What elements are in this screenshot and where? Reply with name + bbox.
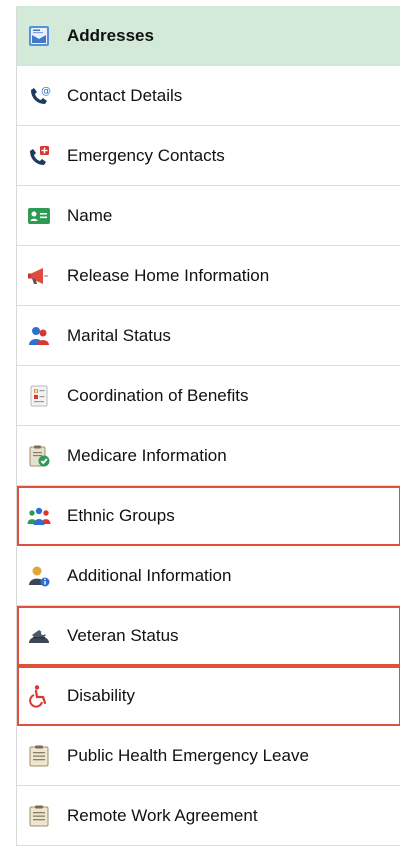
nav-item-label: Additional Information (67, 565, 232, 585)
nav-item-label: Ethnic Groups (67, 505, 175, 525)
wheelchair-icon (27, 684, 51, 708)
nav-item-label: Release Home Information (67, 265, 270, 285)
nav-item-label: Addresses (67, 25, 154, 45)
emergency-phone-icon (27, 144, 51, 168)
nav-item-disability[interactable]: Disability (17, 666, 400, 726)
address-card-icon (27, 24, 51, 48)
phone-at-icon: @ (27, 84, 51, 108)
nav-item-label: Veteran Status (67, 625, 179, 645)
nav-item-label: Name (67, 205, 113, 225)
clipboard-icon (27, 744, 51, 768)
nav-item-marital-status[interactable]: Marital Status (17, 306, 400, 366)
nav-item-additional-information[interactable]: Additional Information (17, 546, 400, 606)
clipboard-icon (27, 804, 51, 828)
nav-item-label: Coordination of Benefits (67, 385, 249, 405)
nav-item-label: Contact Details (67, 85, 183, 105)
id-card-icon (27, 204, 51, 228)
nav-item-name[interactable]: Name (17, 186, 400, 246)
nav-item-public-health-emergency-leave[interactable]: Public Health Emergency Leave (17, 726, 400, 786)
nav-item-label: Remote Work Agreement (67, 805, 258, 825)
clipboard-check-icon (27, 444, 51, 468)
sidebar-nav: Addresses @ Contact Details Emergency Co… (16, 6, 400, 846)
nav-item-medicare-information[interactable]: Medicare Information (17, 426, 400, 486)
nav-item-addresses[interactable]: Addresses (17, 6, 400, 66)
nav-item-contact-details[interactable]: @ Contact Details (17, 66, 400, 126)
benefits-document-icon (27, 384, 51, 408)
nav-item-remote-work-agreement[interactable]: Remote Work Agreement (17, 786, 400, 846)
megaphone-icon (27, 264, 51, 288)
nav-item-label: Marital Status (67, 325, 171, 345)
nav-item-label: Public Health Emergency Leave (67, 745, 309, 765)
veteran-cap-icon (27, 624, 51, 648)
nav-item-ethnic-groups[interactable]: Ethnic Groups (17, 486, 400, 546)
nav-item-label: Disability (67, 685, 136, 705)
people-icon (27, 324, 51, 348)
nav-item-emergency-contacts[interactable]: Emergency Contacts (17, 126, 400, 186)
nav-item-veteran-status[interactable]: Veteran Status (17, 606, 400, 666)
nav-item-coordination-of-benefits[interactable]: Coordination of Benefits (17, 366, 400, 426)
person-info-icon (27, 564, 51, 588)
nav-item-release-home-information[interactable]: Release Home Information (17, 246, 400, 306)
nav-item-label: Emergency Contacts (67, 145, 225, 165)
group-icon (27, 504, 51, 528)
svg-text:@: @ (41, 86, 51, 97)
nav-item-label: Medicare Information (67, 445, 227, 465)
